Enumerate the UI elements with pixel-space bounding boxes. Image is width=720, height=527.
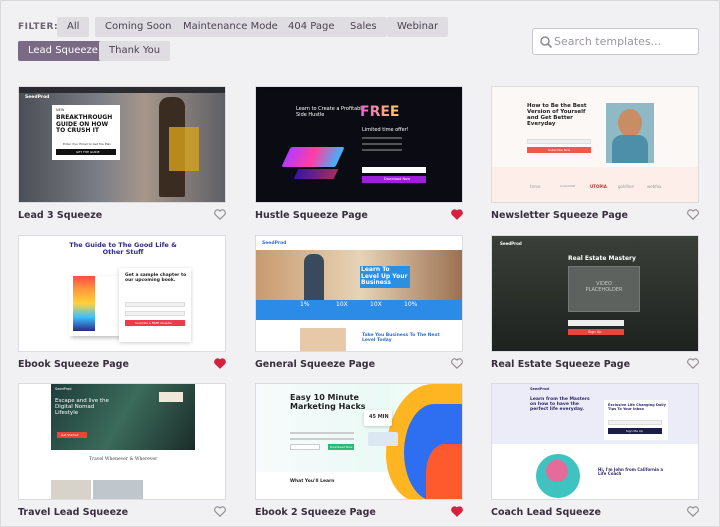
thumb-logo: SeedProd	[25, 95, 50, 100]
thumb-logo-trevo: trevo	[530, 184, 541, 189]
template-title: General Squeeze Page	[255, 359, 376, 370]
thumb-headline: Real Estate Mastery	[568, 255, 636, 262]
thumb-placeholder: VIDEO PLACEHOLDER	[585, 281, 623, 293]
thumb-headline: Learn to Create a Profitable Side Hustle	[296, 106, 365, 118]
thumb-headline: BREAKTHROUGH GUIDE ON HOW TO CRUSH IT	[56, 114, 113, 135]
thumb-headline: Learn To Level Up Your Business	[360, 266, 410, 288]
template-title: Lead 3 Squeeze	[18, 210, 103, 221]
template-thumbnail[interactable]: Easy 10 Minute Marketing Hacks 45 MIN Do…	[255, 383, 463, 500]
heart-icon[interactable]	[687, 209, 699, 220]
template-title: Travel Lead Squeeze	[18, 507, 129, 518]
thumb-button: Send Me a FREE Chapter	[135, 321, 173, 325]
search-input[interactable]: Search templates...	[554, 35, 661, 48]
filter-chip-lead-squeeze[interactable]: Lead Squeeze	[18, 41, 108, 61]
thumb-logo: SeedProd	[55, 387, 72, 391]
template-title: Ebook Squeeze Page	[18, 359, 129, 370]
template-thumbnail[interactable]: SeedProd Real Estate Mastery VIDEO PLACE…	[491, 235, 699, 352]
thumb-button: Subscribe Now	[548, 148, 571, 152]
thumb-headline: Learn from the Masters on how to have th…	[530, 397, 590, 412]
thumb-logo: SeedProd	[530, 387, 549, 391]
thumb-logo: SeedProd	[262, 241, 287, 246]
thumb-button: GET THE GUIDE	[76, 150, 100, 154]
thumb-subtext: Enter Your Email to Get the Plan	[63, 142, 112, 146]
template-thumbnail[interactable]: SeedProd Learn To Level Up Your Business…	[255, 235, 463, 352]
heart-icon[interactable]	[214, 506, 226, 517]
thumb-stat-3: 10X	[370, 301, 382, 308]
search-icon	[540, 36, 553, 49]
thumb-subtext: Limited time offer!	[362, 127, 409, 133]
heart-icon[interactable]	[687, 506, 699, 517]
thumb-headline: The Guide to The Good Life & Other Stuff	[69, 241, 177, 257]
thumb-logo-goldline-2: goldline	[618, 184, 634, 189]
heart-icon[interactable]	[451, 209, 463, 220]
thumb-big-text: FREE	[360, 104, 400, 120]
thumb-headline: Escape and live the Digital Nomad Lifest…	[55, 398, 109, 417]
thumb-tag: NEW	[56, 108, 65, 112]
thumb-subtext: What You'll Learn	[290, 479, 335, 484]
thumb-subtext: Hi, I'm John from California a Life Coac…	[598, 467, 664, 477]
thumb-button: Download Now	[330, 445, 353, 449]
thumb-button: Download Now	[384, 177, 411, 181]
thumb-headline: Easy 10 Minute Marketing Hacks	[290, 393, 366, 411]
thumb-button: Sign Up	[588, 330, 602, 334]
heart-icon[interactable]	[214, 209, 226, 220]
heart-icon[interactable]	[451, 506, 463, 517]
template-thumbnail[interactable]: Learn to Create a Profitable Side Hustle…	[255, 86, 463, 203]
template-title: Coach Lead Squeeze	[491, 507, 601, 518]
filter-chip-sales[interactable]: Sales	[340, 17, 387, 37]
heart-icon[interactable]	[687, 358, 699, 369]
search-box[interactable]: Search templates...	[532, 28, 699, 55]
filter-chip-coming-soon[interactable]: Coming Soon	[95, 17, 182, 37]
heart-icon[interactable]	[214, 358, 226, 369]
filter-chip-maintenance-mode[interactable]: Maintenance Mode	[173, 17, 288, 37]
thumb-subtext: Travel Whenever & Wherever	[89, 457, 158, 462]
template-thumbnail[interactable]: SeedProd NEW BREAKTHROUGH GUIDE ON HOW T…	[18, 86, 226, 203]
template-thumbnail[interactable]: The Guide to The Good Life & Other Stuff…	[18, 235, 226, 352]
thumb-logo: SeedProd	[500, 241, 522, 246]
thumb-stat-1: 1%	[300, 301, 310, 308]
template-title: Hustle Squeeze Page	[255, 210, 368, 221]
thumb-subtext: Take You Business To The Next Level Toda…	[362, 333, 440, 343]
template-title: Ebook 2 Squeeze Page	[255, 507, 376, 518]
template-thumbnail[interactable]: SeedProd Learn from the Masters on how t…	[491, 383, 699, 500]
filter-chip-webinar[interactable]: Webinar	[387, 17, 449, 37]
thumb-logo-webfox: webfox	[647, 184, 662, 189]
thumb-button: Get Started	[61, 433, 79, 437]
thumb-logo-utopia: UTOPIA	[590, 184, 607, 189]
thumb-badge: 45 MIN	[369, 414, 389, 420]
thumb-logo-goldline: GOLDLINE	[560, 184, 576, 188]
heart-icon[interactable]	[451, 358, 463, 369]
thumb-form-title: Exclusive Life Changing Daily Tips To Yo…	[608, 403, 666, 411]
template-title: Newsletter Squeeze Page	[491, 210, 628, 221]
thumb-button: Sign Me Up	[626, 429, 643, 433]
filter-chip-all[interactable]: All	[57, 17, 90, 37]
template-thumbnail[interactable]: How to Be the Best Version of Yourself a…	[491, 86, 699, 203]
thumb-form-title: Get a sample chapter to our upcoming boo…	[125, 273, 187, 283]
template-thumbnail[interactable]: SeedProd Escape and live the Digital Nom…	[18, 383, 226, 500]
filter-chip-thank-you[interactable]: Thank You	[99, 41, 171, 61]
filter-label: FILTER:	[18, 22, 59, 32]
thumb-stat-2: 10X	[336, 301, 348, 308]
template-title: Real Estate Squeeze Page	[491, 359, 631, 370]
thumb-stat-4: 10%	[404, 301, 418, 308]
filter-chip-404-page[interactable]: 404 Page	[278, 17, 345, 37]
thumb-headline: How to Be the Best Version of Yourself a…	[527, 103, 587, 128]
